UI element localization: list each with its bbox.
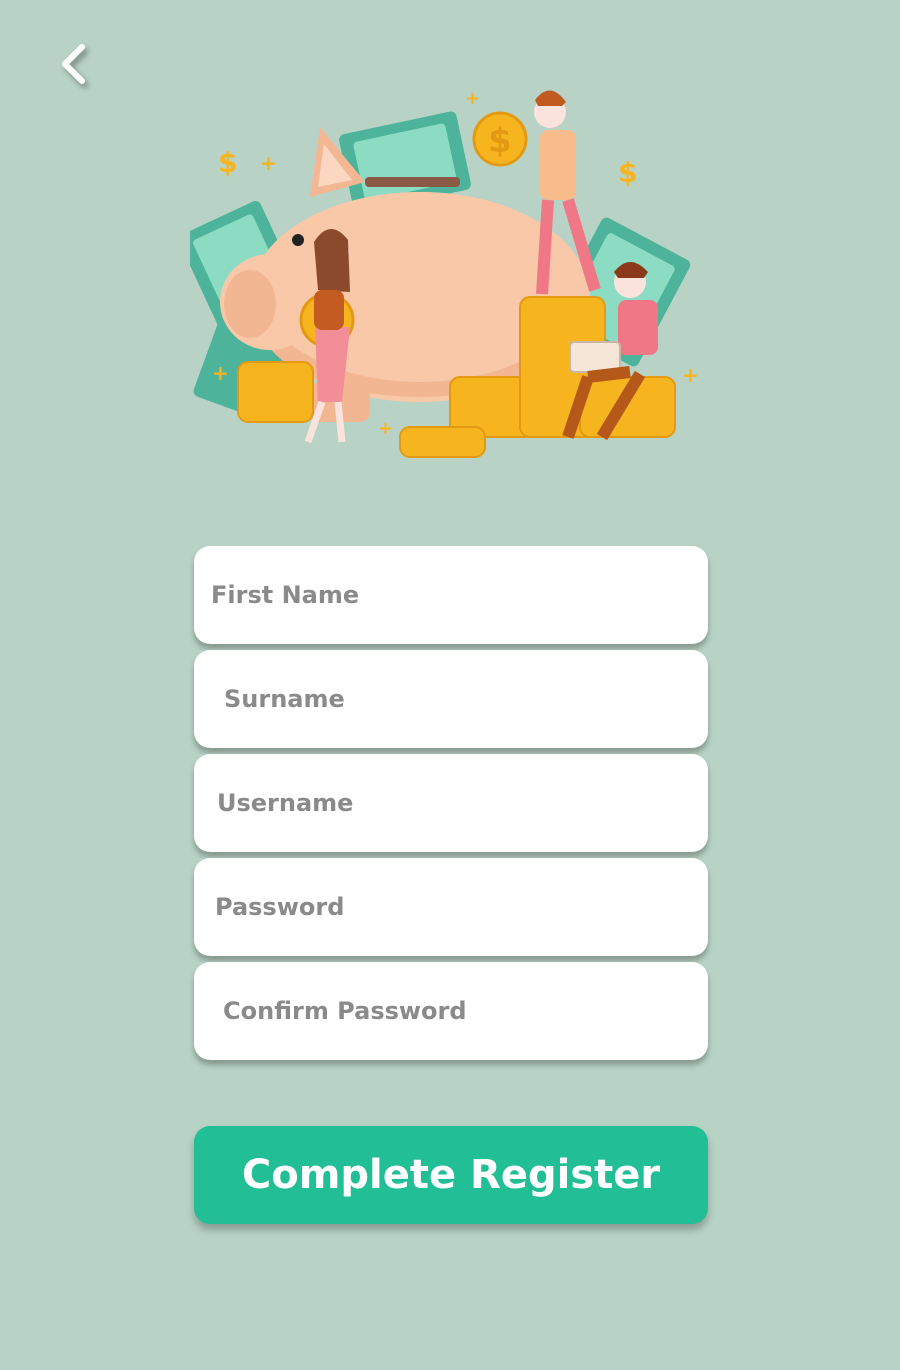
svg-text:+: + [682, 363, 699, 387]
svg-text:$: $ [618, 156, 637, 189]
svg-text:$: $ [488, 121, 512, 161]
confirm-password-input[interactable] [194, 962, 708, 1060]
svg-text:+: + [260, 151, 277, 175]
password-input[interactable] [194, 858, 708, 956]
svg-text:+: + [212, 361, 229, 385]
back-button[interactable] [52, 38, 100, 90]
complete-register-button[interactable]: Complete Register [194, 1126, 708, 1224]
svg-text:$: $ [218, 146, 237, 179]
username-input[interactable] [194, 754, 708, 852]
first-name-input[interactable] [194, 546, 708, 644]
piggy-bank-savings-illustration: $ $ $ $ + + + + + [190, 88, 699, 458]
register-form [194, 546, 708, 1066]
svg-text:+: + [378, 418, 393, 439]
svg-text:+: + [465, 88, 480, 109]
surname-input[interactable] [194, 650, 708, 748]
chevron-left-icon [62, 44, 85, 84]
